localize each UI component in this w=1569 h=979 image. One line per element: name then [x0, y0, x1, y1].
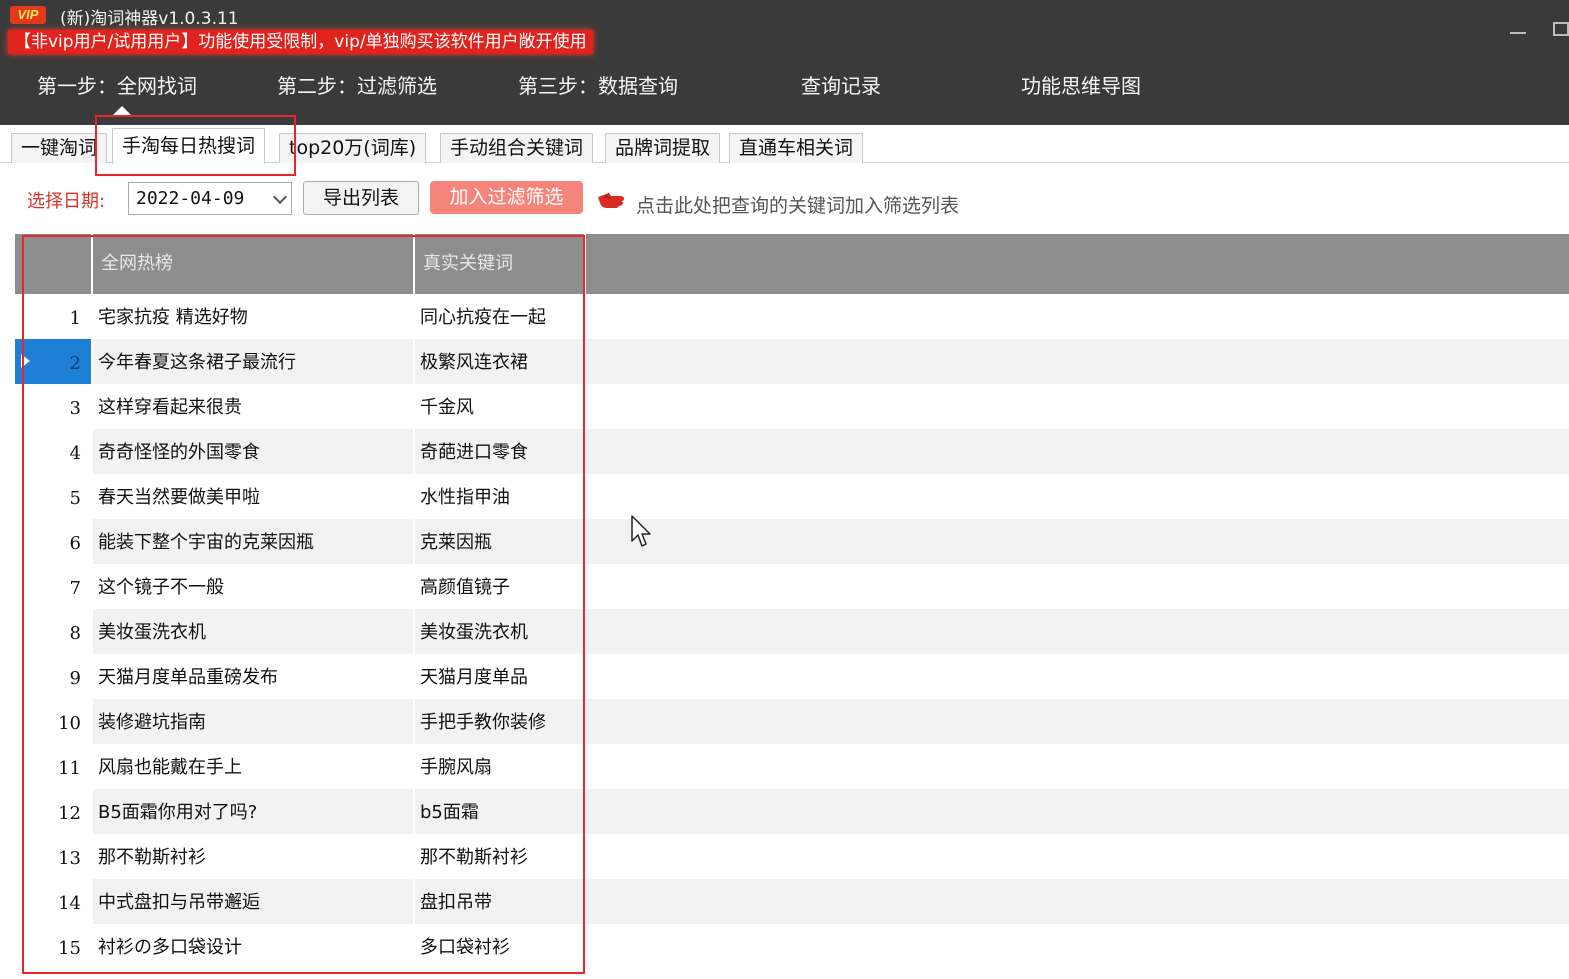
date-select[interactable]: 2022-04-09: [128, 182, 292, 215]
chevron-down-icon: [272, 189, 288, 205]
tab-ztc-related[interactable]: 直通车相关词: [729, 133, 864, 163]
date-value: 2022-04-09: [136, 188, 245, 209]
tab-manual-combine[interactable]: 手动组合关键词: [440, 133, 594, 163]
tab-brand-extract[interactable]: 品牌词提取: [605, 133, 721, 163]
nav-query-history[interactable]: 查询记录: [801, 70, 881, 99]
nav-step1-find-words[interactable]: 第一步：全网找词: [37, 70, 197, 99]
tab-top200k[interactable]: top20万(词库): [279, 133, 427, 163]
nav-mind-map[interactable]: 功能思维导图: [1021, 70, 1141, 99]
window-title: (新)淘词神器v1.0.3.11: [60, 9, 239, 29]
toolbar: 选择日期: 2022-04-09 导出列表 加入过滤筛选 点击此处把查询的关键词…: [0, 165, 1569, 231]
export-list-button[interactable]: 导出列表: [303, 181, 419, 215]
title-bar: VIP (新)淘词神器v1.0.3.11 【非vip用户/试用用户】功能使用受限…: [0, 0, 1569, 125]
maximize-button[interactable]: [1553, 22, 1569, 36]
minimize-button[interactable]: [1508, 18, 1530, 40]
vip-logo: VIP: [10, 6, 46, 24]
vip-warning-banner: 【非vip用户/试用用户】功能使用受限制，vip/单独购买该软件用户敞开使用: [8, 30, 593, 54]
main-nav: 第一步：全网找词 第二步：过滤筛选 第三步：数据查询 查询记录 功能思维导图: [0, 62, 1569, 106]
tab-one-click[interactable]: 一键淘词: [11, 133, 108, 163]
add-to-filter-button[interactable]: 加入过滤筛选: [430, 181, 583, 214]
grid-highlight-frame: [22, 235, 585, 974]
nav-step2-filter[interactable]: 第二步：过滤筛选: [277, 70, 437, 99]
add-filter-hint: 点击此处把查询的关键词加入筛选列表: [636, 195, 960, 217]
mouse-pointer-icon: [631, 515, 651, 547]
pointing-hand-icon: [598, 192, 624, 208]
nav-step3-query[interactable]: 第三步：数据查询: [518, 70, 678, 99]
date-label: 选择日期:: [27, 191, 106, 212]
